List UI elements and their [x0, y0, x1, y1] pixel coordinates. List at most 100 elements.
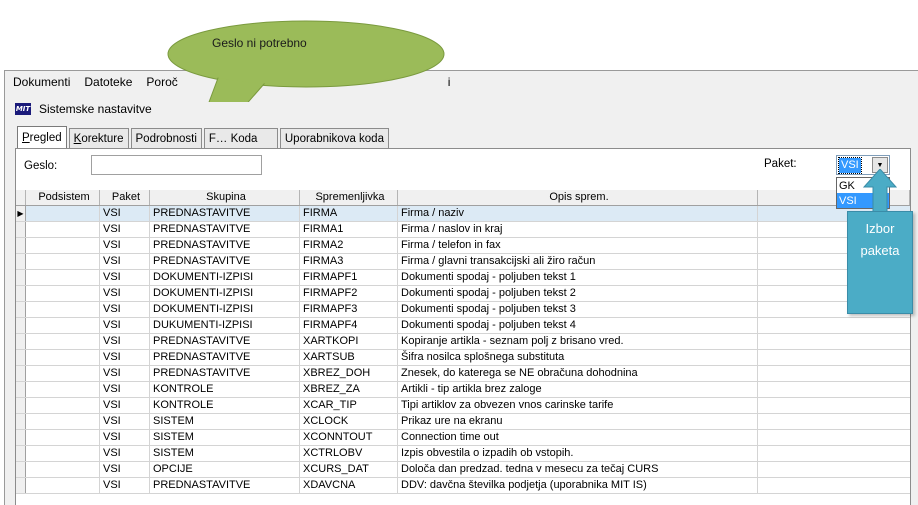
table-row[interactable]: VSI DOKUMENTI-IZPISI FIRMAPF3 Dokumenti spo… — [16, 302, 910, 318]
cell-podsistem[interactable] — [26, 206, 100, 221]
cell-paket[interactable]: VSI — [100, 302, 150, 317]
cell-opis[interactable]: Firma / glavni transakcijski ali žiro ra… — [398, 254, 758, 269]
cell-skupina[interactable]: PREDNASTAVITVE — [150, 366, 300, 381]
cell-spremenljivka[interactable]: FIRMAPF1 — [300, 270, 398, 285]
cell-opis[interactable]: Connection time out — [398, 430, 758, 445]
table-row[interactable]: VSI SISTEM XCLOCK Prikaz ure na ekranu — [16, 414, 910, 430]
cell-skupina[interactable]: SISTEM — [150, 446, 300, 461]
cell-extra[interactable] — [758, 462, 910, 477]
cell-spremenljivka[interactable]: FIRMAPF2 — [300, 286, 398, 301]
table-row[interactable]: VSI PREDNASTAVITVE FIRMA2 Firma / telefon i… — [16, 238, 910, 254]
cell-extra[interactable] — [758, 414, 910, 429]
cell-podsistem[interactable] — [26, 222, 100, 237]
cell-paket[interactable]: VSI — [100, 254, 150, 269]
cell-skupina[interactable]: PREDNASTAVITVE — [150, 222, 300, 237]
cell-spremenljivka[interactable]: XCAR_TIP — [300, 398, 398, 413]
cell-podsistem[interactable] — [26, 238, 100, 253]
cell-spremenljivka[interactable]: FIRMAPF4 — [300, 318, 398, 333]
menu-datoteke[interactable]: Datoteke — [82, 73, 134, 91]
table-row[interactable]: VSI PREDNASTAVITVE XDAVCNA DDV: davčna štev… — [16, 478, 910, 494]
cell-opis[interactable]: DDV: davčna številka podjetja (uporabnik… — [398, 478, 758, 493]
cell-opis[interactable]: Firma / naziv — [398, 206, 758, 221]
row-header[interactable] — [16, 334, 26, 349]
cell-extra[interactable] — [758, 478, 910, 493]
table-row[interactable]: VSI SISTEM XCTRLOBV Izpis obvestila o izpad… — [16, 446, 910, 462]
cell-podsistem[interactable] — [26, 366, 100, 381]
cell-podsistem[interactable] — [26, 398, 100, 413]
table-row[interactable]: VSI PREDNASTAVITVE FIRMA1 Firma / naslov in… — [16, 222, 910, 238]
tab-podrobnosti[interactable]: Podrobnosti — [130, 128, 202, 148]
row-header[interactable] — [16, 318, 26, 333]
tab-uporabnikova-koda[interactable]: Uporabnikova koda — [279, 128, 389, 148]
cell-opis[interactable]: Dokumenti spodaj - poljuben tekst 1 — [398, 270, 758, 285]
row-header[interactable] — [16, 366, 26, 381]
cell-spremenljivka[interactable]: XCONNTOUT — [300, 430, 398, 445]
cell-paket[interactable]: VSI — [100, 462, 150, 477]
cell-spremenljivka[interactable]: XDAVCNA — [300, 478, 398, 493]
cell-spremenljivka[interactable]: XBREZ_ZA — [300, 382, 398, 397]
row-header[interactable] — [16, 382, 26, 397]
cell-opis[interactable]: Kopiranje artikla - seznam polj z brisan… — [398, 334, 758, 349]
cell-paket[interactable]: VSI — [100, 334, 150, 349]
row-header[interactable] — [16, 398, 26, 413]
column-header-spremenljivka[interactable]: Spremenljivka — [300, 190, 398, 205]
cell-skupina[interactable]: PREDNASTAVITVE — [150, 350, 300, 365]
cell-spremenljivka[interactable]: FIRMA3 — [300, 254, 398, 269]
cell-extra[interactable] — [758, 334, 910, 349]
cell-opis[interactable]: Dokumenti spodaj - poljuben tekst 2 — [398, 286, 758, 301]
cell-extra[interactable] — [758, 318, 910, 333]
cell-opis[interactable]: Šifra nosilca splošnega substituta — [398, 350, 758, 365]
cell-opis[interactable]: Artikli - tip artikla brez zaloge — [398, 382, 758, 397]
cell-paket[interactable]: VSI — [100, 222, 150, 237]
cell-opis[interactable]: Firma / telefon in fax — [398, 238, 758, 253]
table-row[interactable]: VSI DOKUMENTI-IZPISI FIRMAPF2 Dokumenti spo… — [16, 286, 910, 302]
table-row[interactable]: VSI SISTEM XCONNTOUT Connection time out — [16, 430, 910, 446]
row-header[interactable] — [16, 270, 26, 285]
row-header[interactable] — [16, 222, 26, 237]
column-header-paket[interactable]: Paket — [100, 190, 150, 205]
cell-paket[interactable]: VSI — [100, 398, 150, 413]
cell-podsistem[interactable] — [26, 334, 100, 349]
cell-podsistem[interactable] — [26, 382, 100, 397]
cell-spremenljivka[interactable]: FIRMA — [300, 206, 398, 221]
row-header[interactable] — [16, 238, 26, 253]
cell-spremenljivka[interactable]: FIRMAPF3 — [300, 302, 398, 317]
tab-pregled[interactable]: Pregled — [17, 126, 67, 148]
geslo-input[interactable] — [91, 155, 262, 175]
cell-paket[interactable]: VSI — [100, 382, 150, 397]
menu-dokumenti[interactable]: Dokumenti — [11, 73, 72, 91]
cell-podsistem[interactable] — [26, 302, 100, 317]
cell-extra[interactable] — [758, 430, 910, 445]
row-header[interactable] — [16, 462, 26, 477]
table-row[interactable]: VSI KONTROLE XCAR_TIP Tipi artiklov za obve… — [16, 398, 910, 414]
table-row[interactable]: VSI PREDNASTAVITVE XARTKOPI Kopiranje artik… — [16, 334, 910, 350]
cell-paket[interactable]: VSI — [100, 414, 150, 429]
cell-opis[interactable]: Znesek, do katerega se NE obračuna dohod… — [398, 366, 758, 381]
cell-skupina[interactable]: PREDNASTAVITVE — [150, 238, 300, 253]
cell-paket[interactable]: VSI — [100, 286, 150, 301]
cell-skupina[interactable]: SISTEM — [150, 414, 300, 429]
cell-opis[interactable]: Prikaz ure na ekranu — [398, 414, 758, 429]
cell-paket[interactable]: VSI — [100, 206, 150, 221]
cell-opis[interactable]: Dokumenti spodaj - poljuben tekst 4 — [398, 318, 758, 333]
cell-paket[interactable]: VSI — [100, 430, 150, 445]
table-row[interactable]: VSI DUKUMENTI-IZPISI FIRMAPF4 Dokumenti spo… — [16, 318, 910, 334]
cell-skupina[interactable]: KONTROLE — [150, 398, 300, 413]
cell-skupina[interactable]: DUKUMENTI-IZPISI — [150, 318, 300, 333]
cell-podsistem[interactable] — [26, 478, 100, 493]
cell-spremenljivka[interactable]: XARTKOPI — [300, 334, 398, 349]
tab-koda[interactable]: F… Koda — [203, 128, 278, 148]
cell-skupina[interactable]: PREDNASTAVITVE — [150, 334, 300, 349]
table-row[interactable]: VSI DOKUMENTI-IZPISI FIRMAPF1 Dokumenti spo… — [16, 270, 910, 286]
cell-podsistem[interactable] — [26, 270, 100, 285]
cell-skupina[interactable]: SISTEM — [150, 430, 300, 445]
cell-podsistem[interactable] — [26, 446, 100, 461]
cell-paket[interactable]: VSI — [100, 270, 150, 285]
row-header[interactable] — [16, 302, 26, 317]
cell-skupina[interactable]: DOKUMENTI-IZPISI — [150, 302, 300, 317]
cell-skupina[interactable]: DOKUMENTI-IZPISI — [150, 270, 300, 285]
cell-paket[interactable]: VSI — [100, 350, 150, 365]
cell-spremenljivka[interactable]: FIRMA2 — [300, 238, 398, 253]
cell-opis[interactable]: Dokumenti spodaj - poljuben tekst 3 — [398, 302, 758, 317]
tab-korekture[interactable]: Korekture — [68, 128, 129, 148]
